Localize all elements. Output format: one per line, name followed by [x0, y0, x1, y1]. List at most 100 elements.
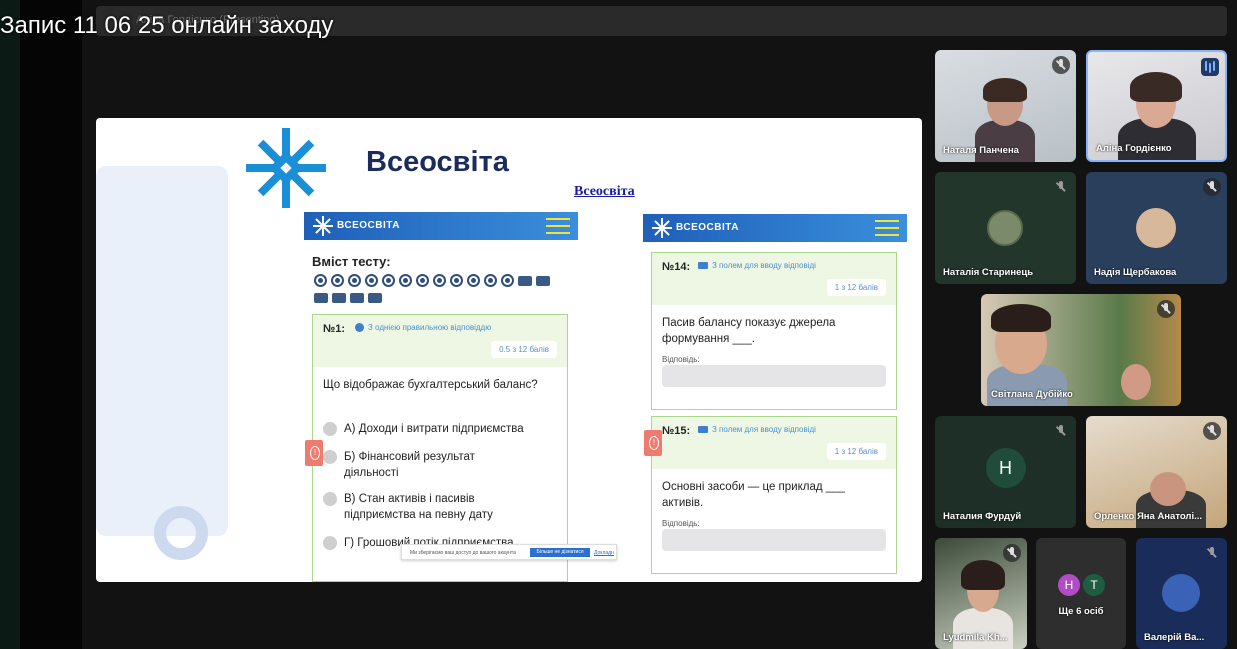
- header-brand: ВСЕОСВІТА: [337, 220, 400, 231]
- question-dot[interactable]: [518, 276, 532, 286]
- participant-name: Валерій Ва...: [1144, 632, 1205, 643]
- participant-tile[interactable]: Наталія Старинець: [935, 172, 1076, 284]
- test-panel-right: ВСЕОСВІТА №14: З полем для вводу відпові…: [643, 212, 907, 582]
- question-dot[interactable]: [467, 274, 480, 287]
- participant-tile[interactable]: Світлана Дубійко: [981, 294, 1181, 406]
- question-points: 1 з 12 балів: [826, 279, 886, 296]
- participant-name: Наталя Панчена: [943, 145, 1019, 156]
- question-dot[interactable]: [350, 293, 364, 303]
- brand-link[interactable]: Всеосвіта: [574, 184, 635, 200]
- participant-tile[interactable]: Lyudmila Kh...: [935, 538, 1027, 649]
- mic-off-icon: [1052, 422, 1070, 440]
- radio-button[interactable]: [323, 492, 337, 506]
- question-dot[interactable]: [416, 274, 429, 287]
- video-hair: [961, 560, 1005, 590]
- avatar: Т: [1083, 574, 1105, 596]
- participant-name: Наталія Старинець: [943, 267, 1034, 278]
- more-participants-tile[interactable]: Н Т Ще 6 осіб: [1036, 538, 1126, 649]
- radio-type-icon: [355, 323, 364, 332]
- question-type: З полем для вводу відповіді: [698, 261, 816, 270]
- question-card: №14: З полем для вводу відповіді 1 з 12 …: [651, 252, 897, 410]
- participant-tile[interactable]: Надія Щербакова: [1086, 172, 1227, 284]
- participant-tile[interactable]: Н Наталия Фурдуй: [935, 416, 1076, 528]
- question-text: Пасив балансу показує джерела формування…: [662, 317, 836, 345]
- participant-tile[interactable]: Орленко Яна Анатолі...: [1086, 416, 1227, 528]
- question-type: З полем для вводу відповіді: [698, 425, 816, 434]
- mic-off-icon: [1052, 56, 1070, 74]
- answer-label: Відповідь:: [662, 355, 700, 364]
- participant-name: Аліна Гордієнко: [1096, 143, 1172, 154]
- question-dot[interactable]: [348, 274, 361, 287]
- left-edge: [0, 0, 20, 649]
- report-icon[interactable]: [305, 440, 323, 466]
- question-dot[interactable]: [365, 274, 378, 287]
- question-header: №1: З однією правильною відповіддю 0.5 з…: [313, 315, 567, 367]
- background-phone: [96, 166, 228, 560]
- question-dot[interactable]: [332, 293, 346, 303]
- menu-icon[interactable]: [875, 220, 899, 236]
- question-dot[interactable]: [450, 274, 463, 287]
- participant-name: Орленко Яна Анатолі...: [1094, 511, 1203, 522]
- test-panel-left: ВСЕОСВІТА Вміст тесту: №1: З однією прав…: [304, 212, 578, 582]
- answer-input[interactable]: [662, 529, 886, 551]
- content-title: Вміст тесту:: [312, 254, 391, 269]
- video-player: Аліна Гордієнко (Presenting) Запис 11 06…: [0, 0, 1237, 649]
- avatar: Н: [985, 448, 1026, 488]
- participant-name: Надія Щербакова: [1094, 267, 1177, 278]
- question-points: 0.5 з 12 балів: [491, 341, 557, 358]
- question-text: Основні засоби — це приклад ___ активів.: [662, 481, 845, 509]
- more-participants-label: Ще 6 осіб: [1058, 606, 1104, 617]
- question-navigator: [314, 274, 564, 303]
- answer-option[interactable]: Б) Фінансовий результат діяльності: [323, 449, 523, 481]
- cookie-text: Ми зберігаємо ваш доступ до вашого акаун…: [410, 550, 516, 556]
- radio-button[interactable]: [323, 422, 337, 436]
- question-dot[interactable]: [314, 274, 327, 287]
- question-dot[interactable]: [314, 293, 328, 303]
- video-face: [1150, 472, 1186, 506]
- question-dot[interactable]: [433, 274, 446, 287]
- video-face: [1121, 364, 1151, 400]
- answer-input[interactable]: [662, 365, 886, 387]
- question-dot[interactable]: [399, 274, 412, 287]
- avatar: [1162, 574, 1200, 612]
- question-dot[interactable]: [501, 274, 514, 287]
- participant-name: Наталия Фурдуй: [943, 511, 1022, 522]
- participant-tile[interactable]: Наталя Панчена: [935, 50, 1076, 162]
- left-margin: [20, 0, 82, 649]
- cookie-details-link[interactable]: Докладн: [594, 550, 614, 556]
- participant-tile[interactable]: Валерій Ва...: [1136, 538, 1227, 649]
- mic-off-icon: [1203, 178, 1221, 196]
- participant-tile[interactable]: Аліна Гордієнко: [1086, 50, 1227, 162]
- question-text: Що відображає бухгалтерський баланс?: [323, 379, 538, 391]
- question-dot[interactable]: [382, 274, 395, 287]
- keyboard-icon: [698, 262, 708, 269]
- question-dot[interactable]: [536, 276, 550, 286]
- question-header: №15: З полем для вводу відповіді 1 з 12 …: [652, 417, 896, 469]
- question-number: №14:: [662, 261, 691, 273]
- video-hair: [991, 304, 1051, 332]
- report-icon[interactable]: [644, 430, 662, 456]
- video-title[interactable]: Запис 11 06 25 онлайн заходу: [0, 12, 333, 40]
- cookie-accept-button[interactable]: Більше не дізнатися: [530, 548, 590, 557]
- site-header: ВСЕОСВІТА: [304, 212, 578, 240]
- avatar: Н: [1058, 574, 1080, 596]
- video-hair: [983, 78, 1027, 102]
- question-card: №1: З однією правильною відповіддю 0.5 з…: [312, 314, 568, 582]
- answer-option[interactable]: В) Стан активів і пасивів підприємства н…: [323, 491, 523, 523]
- answer-option[interactable]: А) Доходи і витрати підприємства: [323, 421, 559, 437]
- question-dot[interactable]: [484, 274, 497, 287]
- speaking-icon: [1201, 58, 1219, 76]
- question-card: №15: З полем для вводу відповіді 1 з 12 …: [651, 416, 897, 574]
- menu-icon[interactable]: [546, 218, 570, 234]
- radio-button[interactable]: [323, 450, 337, 464]
- mic-off-icon: [1203, 544, 1221, 562]
- snowflake-icon: [313, 216, 333, 236]
- vseosvita-logo-icon: [246, 128, 326, 208]
- site-header: ВСЕОСВІТА: [643, 214, 907, 242]
- mic-off-icon: [1003, 544, 1021, 562]
- question-dot[interactable]: [368, 293, 382, 303]
- radio-button[interactable]: [323, 536, 337, 550]
- video-hair: [1130, 72, 1182, 102]
- question-dot[interactable]: [331, 274, 344, 287]
- question-points: 1 з 12 балів: [826, 443, 886, 460]
